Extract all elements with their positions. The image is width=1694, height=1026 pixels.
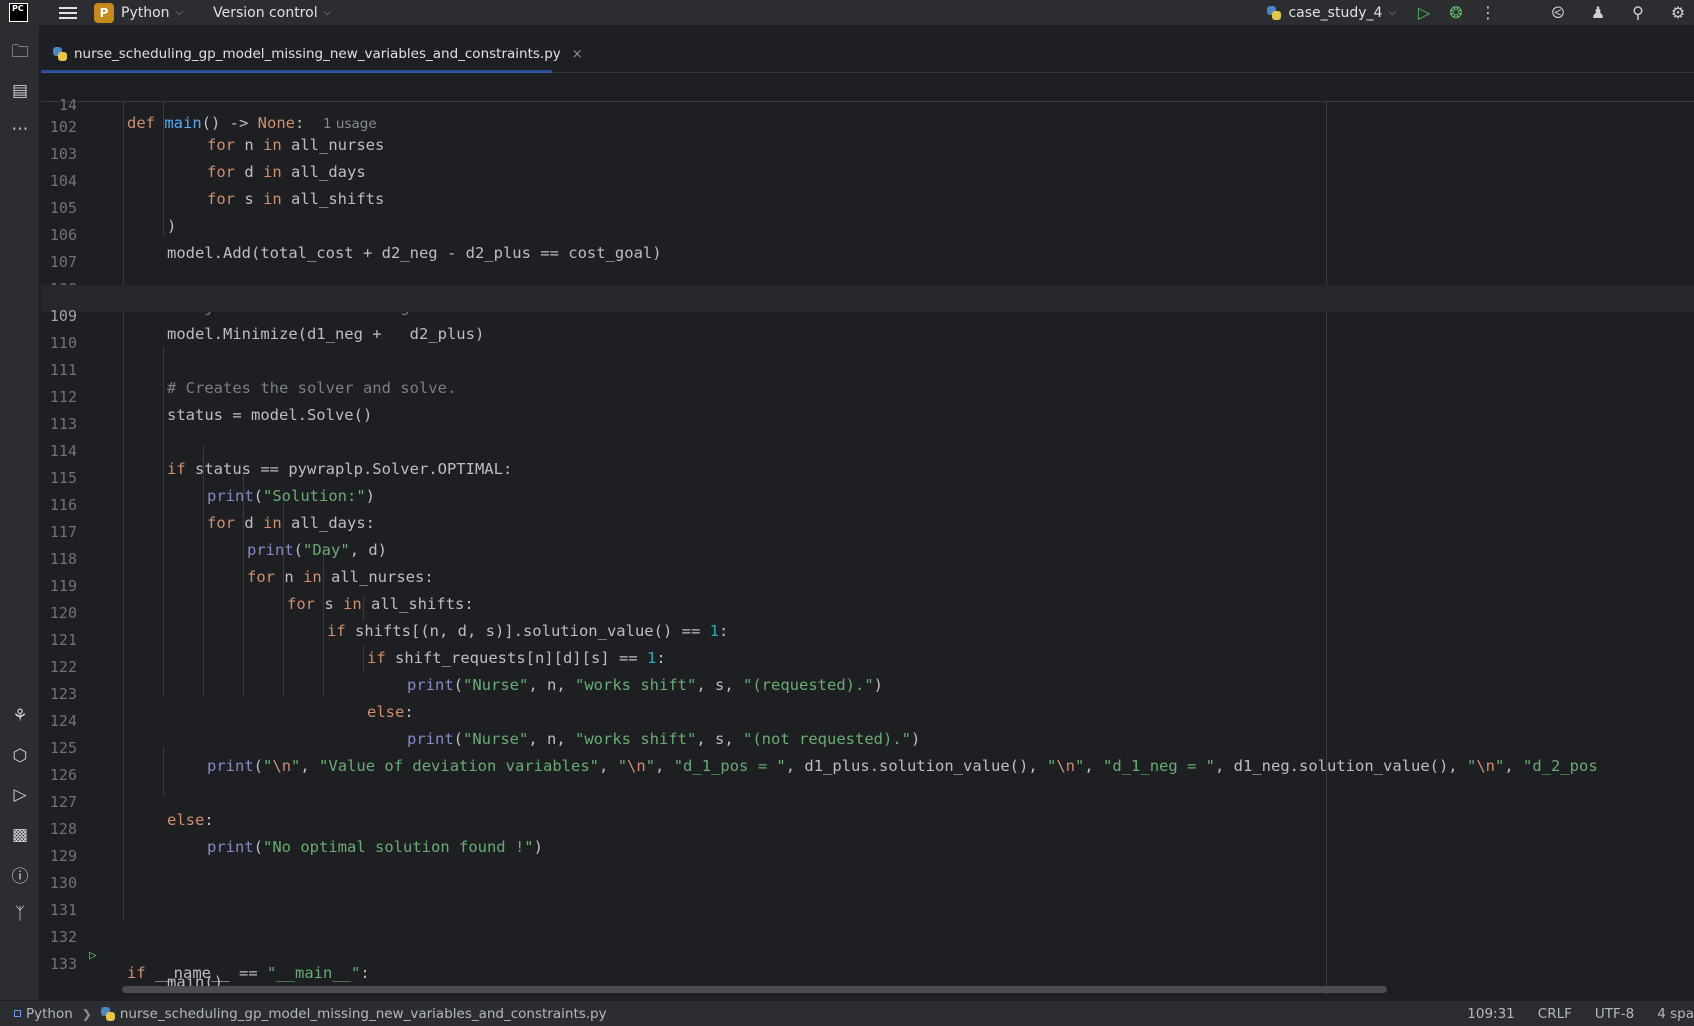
code-line: 111 # Creates the solver and solve. <box>41 339 1694 397</box>
python-icon <box>1267 5 1282 20</box>
file-encoding[interactable]: UTF-8 <box>1595 1006 1634 1022</box>
run-config-selector[interactable]: case_study_4 ⌵ <box>1267 0 1396 25</box>
version-control-label: Version control <box>213 4 318 21</box>
code-line: 107 <box>41 231 1694 271</box>
python-file-icon <box>53 47 67 61</box>
indent-setting[interactable]: 4 spa <box>1657 1006 1694 1022</box>
python-packages-icon[interactable]: ⬡ <box>0 741 40 771</box>
code-line: 104 for s in all_shifts <box>41 150 1694 208</box>
code-line: 113 <box>41 393 1694 433</box>
python-file-icon <box>100 1006 115 1021</box>
main-menu-icon[interactable] <box>59 6 77 19</box>
chevron-down-icon: ⌵ <box>1388 7 1396 18</box>
code-line: 123 else: <box>41 663 1694 721</box>
project-badge: P <box>94 2 114 23</box>
python-console-icon[interactable]: ⚘ <box>0 701 40 731</box>
code-line: 120 if shifts[(n, d, s)].solution_value(… <box>41 582 1694 640</box>
code-line: 122 print("Nurse", n, "works shift", s, … <box>41 636 1694 694</box>
code-editor[interactable]: 102 for n in all_nurses 103 for d in all… <box>41 74 1694 996</box>
status-bar: Python ❯ nurse_scheduling_gp_model_missi… <box>0 1000 1694 1026</box>
code-line: 124 print("Nurse", n, "works shift", s, … <box>41 690 1694 748</box>
chevron-down-icon: ⌵ <box>175 7 184 18</box>
code-line: 133 main() <box>41 933 1694 991</box>
line-number: 133 <box>49 955 77 973</box>
code-line: 105 ) <box>41 177 1694 235</box>
line-separator[interactable]: CRLF <box>1538 1006 1572 1022</box>
code-line: 125 print("\n", "Value of deviation vari… <box>41 717 1694 775</box>
caret-position[interactable]: 109:31 <box>1467 1006 1515 1022</box>
project-name: Python <box>121 4 170 21</box>
project-selector[interactable]: P Python ⌵ <box>94 0 183 25</box>
close-tab-icon[interactable]: × <box>572 47 583 62</box>
tab-filename: nurse_scheduling_gp_model_missing_new_va… <box>74 46 561 62</box>
code-line: 116 for d in all_days: <box>41 474 1694 532</box>
sticky-scope-line[interactable]: 14 def main() -> None: 1 usage <box>41 74 1694 132</box>
project-folder-icon[interactable]: 🗀 <box>0 38 40 68</box>
add-user-icon[interactable]: ♟ <box>1582 0 1614 25</box>
current-code-line: 109 model.Minimize(d1_neg + d2_plus) <box>41 285 1694 343</box>
code-line: 128 print("No optimal solution found !") <box>41 798 1694 856</box>
more-tools-icon[interactable]: ⋯ <box>0 114 40 144</box>
code-line: 119 for s in all_shifts: <box>41 555 1694 613</box>
code-line: 132 ▷ if __name__ == "__main__": <box>41 906 1694 982</box>
settings-gear-icon[interactable]: ⚙ <box>1662 0 1694 25</box>
horizontal-scrollbar[interactable] <box>122 986 1387 993</box>
git-icon[interactable]: ᛉ <box>0 899 40 929</box>
pycharm-logo[interactable]: PC <box>9 3 28 22</box>
problems-icon[interactable]: ⓘ <box>0 859 40 889</box>
terminal-icon[interactable]: ▩ <box>0 820 40 850</box>
usage-hint[interactable]: 1 usage <box>323 116 377 132</box>
code-line: 114 if status == pywraplp.Solver.OPTIMAL… <box>41 420 1694 478</box>
version-control-menu[interactable]: Version control ⌵ <box>213 0 331 25</box>
active-tab-indicator <box>41 70 552 73</box>
code-line: 130 <box>41 852 1694 892</box>
code-line: 126 <box>41 744 1694 784</box>
breadcrumb-project[interactable]: Python <box>26 1006 73 1022</box>
title-bar: PC P Python ⌵ Version control ⌵ case_stu… <box>0 0 1694 25</box>
project-root-icon <box>14 1010 21 1017</box>
editor-tab-bar: nurse_scheduling_gp_model_missing_new_va… <box>41 35 1694 73</box>
editor-tab[interactable]: nurse_scheduling_gp_model_missing_new_va… <box>53 35 583 73</box>
code-line: 110 <box>41 312 1694 352</box>
code-line: 129 <box>41 825 1694 865</box>
debug-icon[interactable]: ❂ <box>1440 0 1472 25</box>
ai-assistant-icon[interactable]: ⧀ <box>1542 0 1574 25</box>
code-line: 131 <box>41 879 1694 919</box>
breadcrumb-file[interactable]: nurse_scheduling_gp_model_missing_new_va… <box>120 1006 607 1022</box>
code-line: 127 else: <box>41 771 1694 829</box>
search-icon[interactable]: ⚲ <box>1622 0 1654 25</box>
services-icon[interactable]: ▷ <box>0 780 40 810</box>
line-number: 14 <box>58 96 77 114</box>
code-line: 115 print("Solution:") <box>41 447 1694 505</box>
more-actions-icon[interactable]: ⋮ <box>1472 0 1504 25</box>
code-line: 121 if shift_requests[n][d][s] == 1: <box>41 609 1694 667</box>
chevron-right-icon: ❯ <box>81 1006 92 1021</box>
run-icon[interactable]: ▷ <box>1408 0 1440 25</box>
run-config-name: case_study_4 <box>1288 4 1383 21</box>
left-tool-stripe: 🗀 ▤ ⋯ ⚘ ⬡ ▷ ▩ ⓘ ᛉ <box>0 25 40 1000</box>
chevron-down-icon: ⌵ <box>323 7 332 18</box>
code-line: 117 print("Day", d) <box>41 501 1694 559</box>
code-line: 108 # Objective: Minimize weighted sum o… <box>41 258 1694 316</box>
code-line: 112 status = model.Solve() <box>41 366 1694 424</box>
breadcrumb: Python ❯ nurse_scheduling_gp_model_missi… <box>0 1006 607 1022</box>
code-line: 118 for n in all_nurses: <box>41 528 1694 586</box>
code-line: 106 model.Add(total_cost + d2_neg - d2_p… <box>41 204 1694 262</box>
structure-icon[interactable]: ▤ <box>0 76 40 106</box>
